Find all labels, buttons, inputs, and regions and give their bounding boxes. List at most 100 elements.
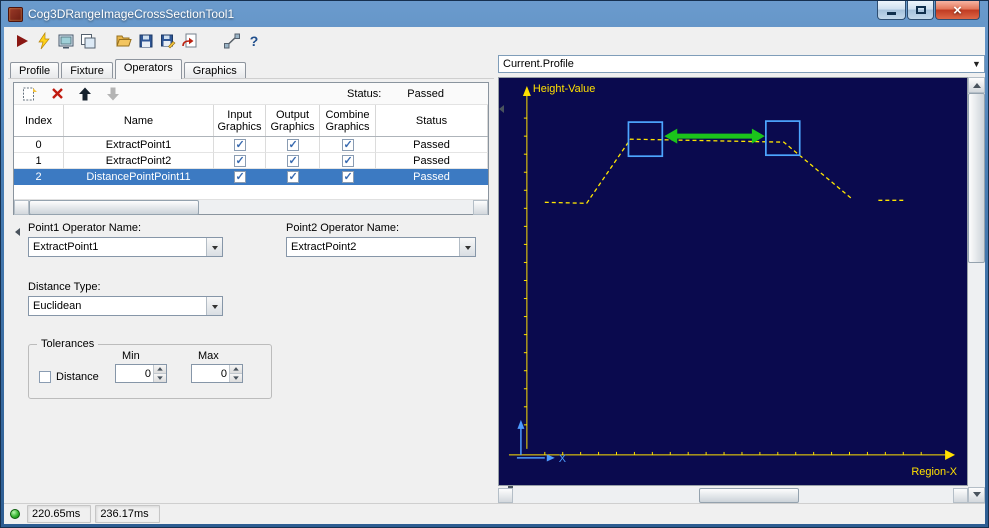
run-tool-button[interactable] — [11, 30, 33, 52]
chevron-down-icon — [206, 238, 222, 256]
close-button[interactable]: × — [935, 1, 980, 20]
scrollbar-thumb[interactable] — [968, 93, 985, 263]
move-operator-up-button[interactable] — [76, 85, 94, 103]
copy-params-button[interactable] — [77, 30, 99, 52]
input-graphics-checkbox[interactable] — [233, 154, 246, 167]
point2-operator-select[interactable]: ExtractPoint2 — [286, 237, 476, 257]
chart-horizontal-scrollbar[interactable] — [498, 105, 968, 503]
app-icon[interactable] — [8, 6, 23, 22]
cell-status: Passed — [376, 153, 488, 169]
table-row[interactable]: 2 DistancePointPoint11 Passed — [14, 169, 488, 185]
tolerances-title: Tolerances — [37, 338, 99, 350]
scrollbar-track[interactable] — [513, 488, 953, 503]
spin-down-button[interactable] — [154, 374, 166, 382]
point2-operator-label: Point2 Operator Name: — [286, 222, 400, 234]
chevron-down-icon — [206, 297, 222, 315]
profile-setup-button[interactable] — [221, 30, 243, 52]
open-tool-button[interactable] — [113, 30, 135, 52]
combine-graphics-checkbox[interactable] — [341, 138, 354, 151]
point2-operator-field: Point2 Operator Name: ExtractPoint2 — [286, 222, 476, 257]
scroll-up-button[interactable] — [968, 77, 985, 93]
operators-grid-panel: Status: Passed Index Name Input Graphics… — [13, 82, 513, 524]
cell-name: ExtractPoint1 — [64, 137, 214, 153]
triangle-left-icon — [11, 228, 20, 236]
spin-up-button[interactable] — [154, 365, 166, 374]
distance-type-select[interactable]: Euclidean — [28, 296, 223, 316]
scroll-down-button[interactable] — [968, 487, 985, 503]
tab-graphics[interactable]: Graphics — [183, 62, 246, 79]
titlebar: Cog3DRangeImageCrossSectionTool1 × — [4, 1, 985, 27]
window-title: Cog3DRangeImageCrossSectionTool1 — [28, 7, 235, 21]
main-toolbar: ? — [4, 27, 985, 55]
client-area: ? Profile Fixture Operators Graphics Sta… — [4, 27, 985, 524]
chart-vertical-scrollbar[interactable] — [968, 77, 985, 503]
min-tolerance-field: Min 0 — [115, 350, 167, 383]
open-folder-icon — [116, 35, 132, 47]
save-tool-as-button[interactable] — [157, 30, 179, 52]
maximize-button[interactable] — [907, 1, 934, 20]
table-row[interactable]: 0 ExtractPoint1 Passed — [14, 137, 488, 153]
run-tool-electric-button[interactable] — [33, 30, 55, 52]
max-tolerance-spinner[interactable]: 0 — [191, 364, 243, 383]
spinner-buttons — [229, 365, 242, 382]
col-index: Index — [14, 105, 64, 136]
tab-pane-border — [8, 78, 494, 79]
tab-fixture[interactable]: Fixture — [61, 62, 113, 79]
grid-horizontal-scrollbar[interactable] — [14, 199, 513, 524]
scroll-left-button[interactable] — [14, 200, 29, 236]
scrollbar-track[interactable] — [968, 93, 985, 487]
col-status: Status — [376, 105, 488, 136]
display-icon — [58, 34, 74, 49]
tab-profile[interactable]: Profile — [10, 62, 60, 79]
min-tolerance-spinner[interactable]: 0 — [115, 364, 167, 383]
scrollbar-thumb[interactable] — [29, 200, 199, 215]
input-graphics-checkbox[interactable] — [233, 170, 246, 183]
move-operator-down-button[interactable] — [104, 85, 122, 103]
display-source-select[interactable]: Current.Profile ▼ — [498, 55, 985, 73]
min-label: Min — [122, 350, 140, 362]
scroll-right-button[interactable] — [953, 488, 968, 503]
status-label: Status: — [347, 87, 382, 100]
run-icon — [17, 35, 28, 47]
cell-input-graphics — [214, 137, 266, 153]
spinner-buttons — [153, 365, 166, 382]
max-label: Max — [198, 350, 219, 362]
cell-combine-graphics — [320, 137, 376, 153]
import-results-button[interactable] — [179, 30, 201, 52]
output-graphics-checkbox[interactable] — [286, 138, 299, 151]
svg-text:Height-Value: Height-Value — [533, 83, 595, 95]
table-row[interactable]: 1 ExtractPoint2 Passed — [14, 153, 488, 169]
output-graphics-checkbox[interactable] — [286, 170, 299, 183]
scroll-right-button[interactable] — [473, 200, 513, 524]
tab-operators[interactable]: Operators — [114, 59, 182, 79]
cell-combine-graphics — [320, 169, 376, 185]
triangle-up-icon — [972, 79, 981, 88]
chart-column: Height-Value Region-X X — [498, 77, 968, 503]
scrollbar-thumb[interactable] — [699, 488, 799, 503]
add-operator-button[interactable] — [20, 85, 38, 103]
distance-tolerance-checkbox[interactable] — [39, 371, 51, 383]
scrollbar-track[interactable] — [29, 200, 473, 215]
save-tool-button[interactable] — [135, 30, 157, 52]
output-graphics-checkbox[interactable] — [286, 154, 299, 167]
combine-graphics-checkbox[interactable] — [341, 170, 354, 183]
operators-status: Status: Passed — [347, 88, 488, 100]
combine-graphics-checkbox[interactable] — [341, 154, 354, 167]
point1-operator-label: Point1 Operator Name: — [28, 222, 142, 234]
copy-icon — [81, 34, 96, 49]
show-current-params-button[interactable] — [55, 30, 77, 52]
status-value: Passed — [407, 87, 444, 100]
spin-up-button[interactable] — [230, 365, 242, 374]
profile-chart[interactable]: Height-Value Region-X X — [498, 77, 968, 486]
window: Cog3DRangeImageCrossSectionTool1 × ? Pro… — [0, 0, 989, 528]
triangle-down-icon — [972, 492, 981, 501]
tab-strip: Profile Fixture Operators Graphics — [10, 59, 248, 79]
scroll-left-button[interactable] — [498, 105, 513, 503]
delete-operator-button[interactable] — [48, 85, 66, 103]
point1-operator-select[interactable]: ExtractPoint1 — [28, 237, 223, 257]
arrow-up-icon — [79, 87, 91, 100]
input-graphics-checkbox[interactable] — [233, 138, 246, 151]
spin-down-button[interactable] — [230, 374, 242, 382]
minimize-button[interactable] — [877, 1, 906, 20]
help-button[interactable]: ? — [243, 30, 265, 52]
